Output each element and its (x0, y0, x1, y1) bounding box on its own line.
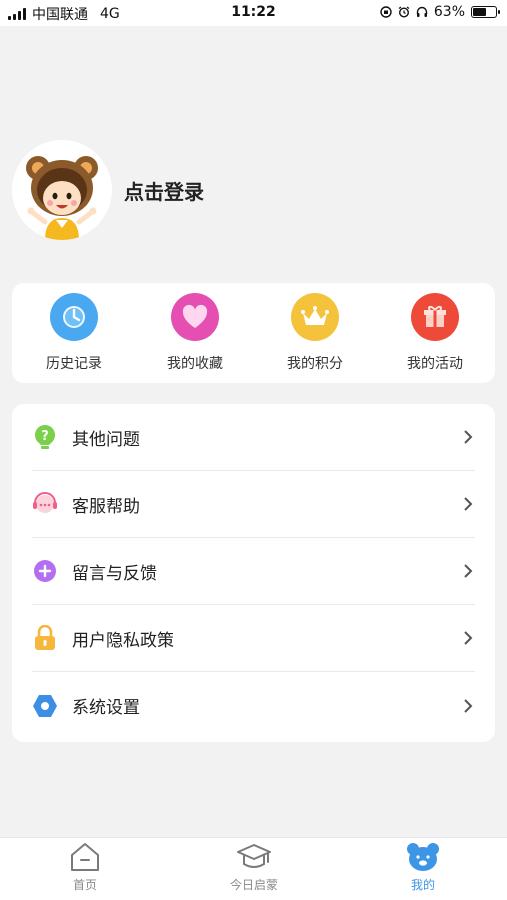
chevron-right-icon (464, 497, 473, 511)
tab-home[interactable]: 首页 (25, 840, 145, 893)
menu-card: ? 其他问题 客服帮助 留言与反馈 用户隐私政策 系统设置 (12, 404, 495, 742)
headphones-icon (416, 6, 428, 17)
svg-text:?: ? (41, 429, 49, 444)
battery-icon (471, 6, 500, 18)
battery-level (473, 8, 486, 16)
quick-actions-card: 历史记录 我的收藏 我的积分 我的活动 (12, 283, 495, 383)
menu-item-feedback[interactable]: 留言与反馈 (32, 538, 475, 605)
tab-bar: 首页 今日启蒙 我的 (0, 837, 507, 900)
quick-action-label: 历史记录 (46, 356, 102, 372)
menu-item-label: 系统设置 (72, 698, 140, 718)
activity-gift-icon (411, 293, 459, 341)
bear-kid-avatar-icon (26, 156, 98, 240)
status-bar: 中国联通 4G 11:22 63% (0, 0, 507, 26)
orientation-lock-icon (380, 6, 392, 18)
menu-item-privacy-policy[interactable]: 用户隐私政策 (32, 605, 475, 672)
tab-label: 我的 (410, 878, 435, 892)
menu-item-label: 用户隐私政策 (72, 630, 174, 651)
history-clock-icon (50, 293, 98, 341)
status-right: 63% (380, 4, 500, 20)
quick-action-label: 我的积分 (287, 356, 343, 372)
tab-enlightenment[interactable]: 今日启蒙 (194, 840, 314, 893)
chevron-right-icon (464, 430, 473, 444)
quick-action-favorites[interactable]: 我的收藏 (145, 293, 245, 373)
home-icon (25, 840, 145, 874)
tab-label: 今日启蒙 (229, 878, 278, 892)
quick-action-label: 我的收藏 (167, 356, 223, 372)
lock-icon (32, 625, 58, 651)
alarm-icon (398, 6, 410, 18)
tab-label: 首页 (72, 878, 97, 892)
quick-action-points[interactable]: 我的积分 (265, 293, 365, 373)
login-link[interactable]: 点击登录 (124, 176, 204, 205)
graduation-cap-icon (194, 840, 314, 874)
battery-percent: 63% (433, 4, 465, 20)
menu-item-customer-service[interactable]: 客服帮助 (32, 471, 475, 538)
question-icon: ? (32, 424, 58, 450)
chevron-right-icon (464, 564, 473, 578)
chevron-right-icon (464, 631, 473, 645)
avatar[interactable] (12, 140, 112, 240)
menu-item-label: 其他问题 (72, 429, 140, 450)
menu-item-label: 留言与反馈 (72, 563, 157, 584)
tab-mine[interactable]: 我的 (363, 840, 483, 893)
points-crown-icon (291, 293, 339, 341)
menu-item-system-settings[interactable]: 系统设置 (32, 672, 475, 739)
menu-item-other-questions[interactable]: ? 其他问题 (32, 404, 475, 471)
favorite-heart-icon (171, 293, 219, 341)
settings-hex-icon (32, 693, 58, 719)
quick-action-label: 我的活动 (407, 356, 463, 372)
feedback-plus-icon (32, 558, 58, 584)
profile-section[interactable]: 点击登录 (12, 140, 204, 240)
menu-item-label: 客服帮助 (72, 496, 140, 517)
quick-action-history[interactable]: 历史记录 (24, 293, 124, 373)
customer-service-icon (32, 491, 58, 517)
bear-icon (363, 840, 483, 874)
quick-action-activities[interactable]: 我的活动 (385, 293, 485, 373)
chevron-right-icon (464, 698, 473, 713)
